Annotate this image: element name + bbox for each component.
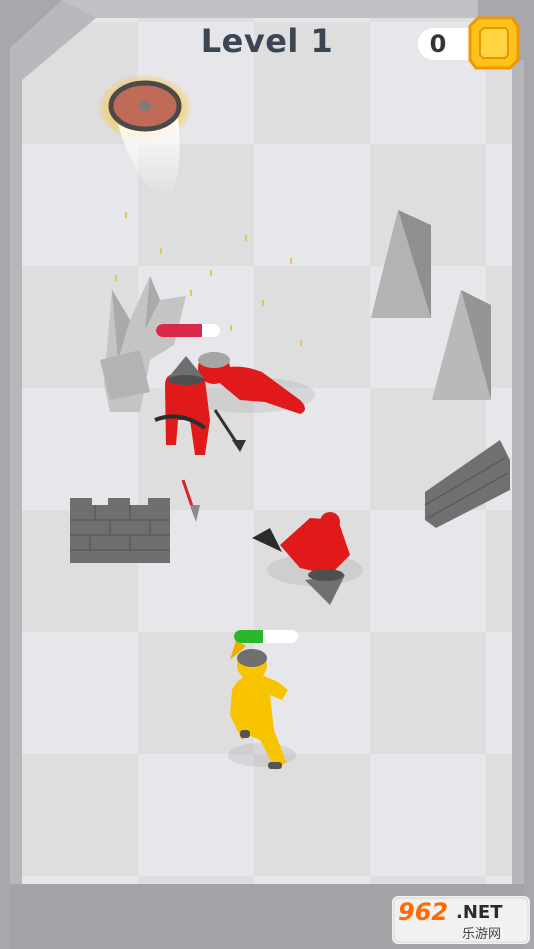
game-stage[interactable]: Level 1 0 962 .NET 乐游网 [0,0,534,949]
watermark-brand: 962 [398,898,449,926]
castle-wall [70,505,170,563]
right-wall [512,60,524,884]
portal-center [139,101,151,111]
coin-count-text: 0 [429,30,447,58]
enemy-health-bar [156,324,220,337]
top-wall [62,0,478,18]
player-health-fill [234,630,263,643]
watermark-suffix: .NET [456,902,503,923]
enemy-health-fill [156,324,203,337]
left-wall [10,48,22,884]
player-health-bar [234,630,298,643]
arena-scene [0,0,534,949]
watermark-962: 962 .NET 乐游网 [392,896,530,944]
watermark-subtitle: 乐游网 [462,927,502,942]
coin-icon [468,16,520,70]
